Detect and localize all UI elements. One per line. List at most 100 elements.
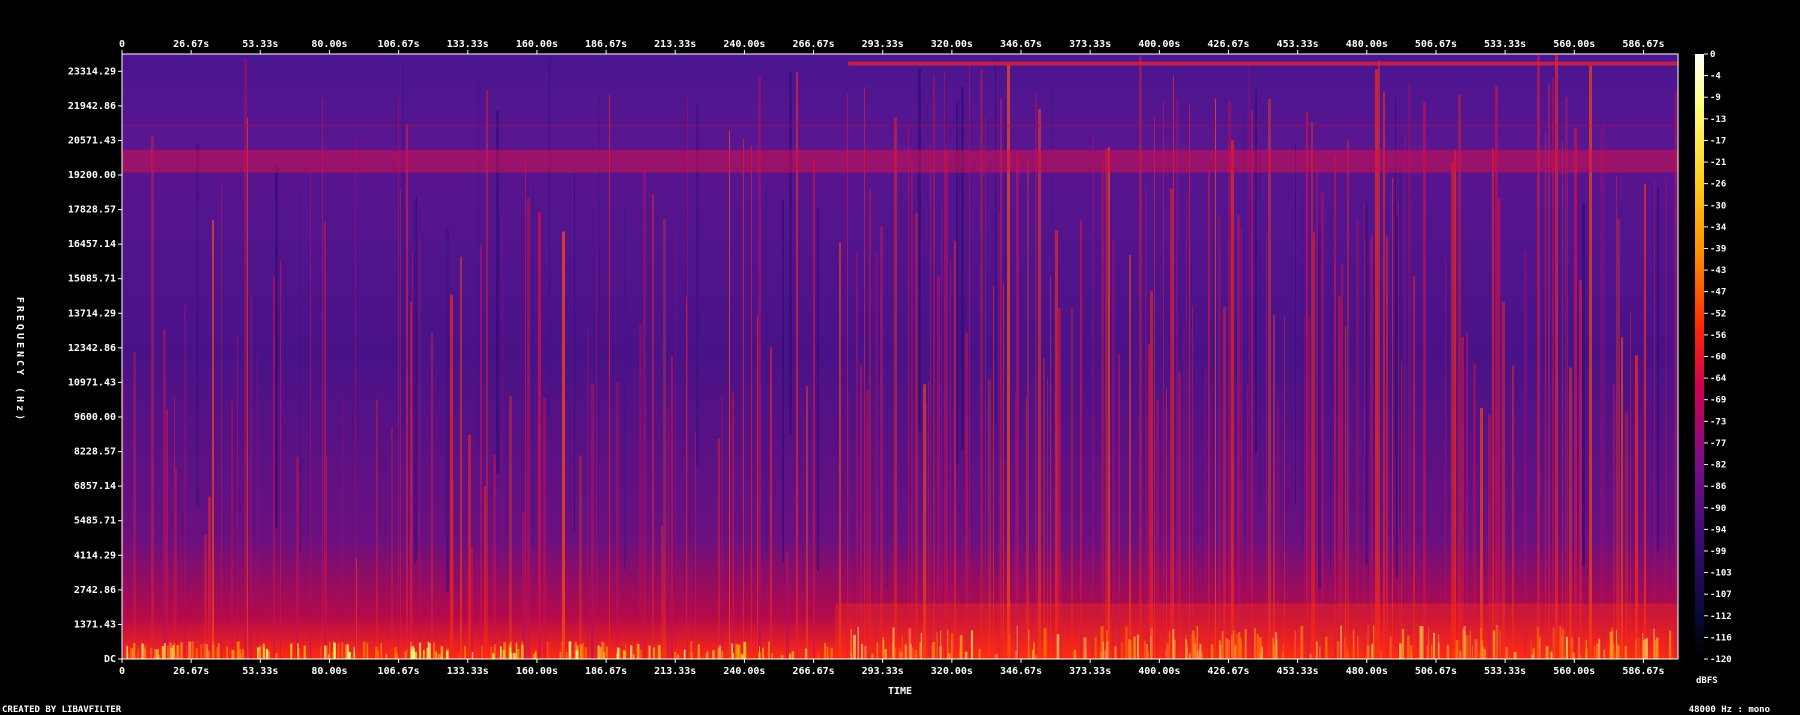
spectrogram-heatmap xyxy=(122,54,1678,659)
low-frequency-burst xyxy=(616,653,619,659)
spectrogram-column xyxy=(414,200,416,564)
low-frequency-burst xyxy=(332,641,334,659)
x-tick-label-bottom: 506.67s xyxy=(1415,666,1457,677)
low-frequency-burst xyxy=(740,653,744,659)
spectrogram-column xyxy=(616,381,619,659)
spectrogram-column xyxy=(1027,159,1029,659)
spectrogram-column xyxy=(1492,148,1494,659)
low-frequency-burst xyxy=(232,650,235,659)
spectrogram-column xyxy=(1423,102,1426,659)
spectrogram-column xyxy=(502,214,503,659)
spectrogram-column xyxy=(412,250,413,659)
spectrogram-column xyxy=(1555,55,1558,659)
low-frequency-burst xyxy=(212,641,214,659)
spectrogram-column xyxy=(280,261,281,659)
spectrogram-column xyxy=(743,138,744,659)
spectrogram-column xyxy=(419,238,420,659)
spectrogram-column xyxy=(1092,133,1094,659)
colorbar-tick-label: -34 xyxy=(1710,223,1727,233)
x-tick-label-bottom: 426.67s xyxy=(1207,666,1249,677)
spectrogram-column xyxy=(1000,98,1002,659)
low-frequency-burst xyxy=(267,650,270,659)
colorbar-tick-label: -47 xyxy=(1710,288,1726,298)
spectrogram-column xyxy=(1665,181,1667,659)
x-tick-label-top: 80.00s xyxy=(311,39,347,50)
x-tick-label-bottom: 480.00s xyxy=(1346,666,1388,677)
low-frequency-burst xyxy=(721,651,723,659)
low-frequency-burst xyxy=(164,653,166,659)
spectrogram-column xyxy=(786,552,789,659)
y-tick-label: 1371.43 xyxy=(74,619,116,630)
low-frequency-burst xyxy=(515,642,518,659)
spectrogram-column xyxy=(1154,116,1155,659)
spectrogram-column xyxy=(770,347,772,659)
spectrogram-column xyxy=(196,143,199,507)
y-tick-label: 23314.29 xyxy=(68,66,116,77)
spectrogram-column xyxy=(244,58,247,659)
spectrogram-column xyxy=(446,228,449,592)
colorbar-tick-label: -107 xyxy=(1710,590,1732,600)
x-tick-label-bottom: 373.33s xyxy=(1069,666,1111,677)
low-frequency-burst xyxy=(362,641,366,659)
colorbar-tick-label: -21 xyxy=(1710,158,1726,168)
spectrogram-column xyxy=(1395,94,1396,458)
low-frequency-burst xyxy=(137,648,139,659)
low-frequency-burst xyxy=(226,646,228,659)
low-frequency-burst xyxy=(419,642,422,659)
low-frequency-burst xyxy=(745,646,747,659)
x-tick-label-top: 293.33s xyxy=(862,39,904,50)
spectrogram-column xyxy=(864,87,865,659)
low-frequency-burst xyxy=(344,644,347,659)
spectrogram-column xyxy=(1565,96,1568,659)
spectrogram-column xyxy=(402,63,404,427)
low-frequency-burst xyxy=(575,651,579,659)
spectrogram-column xyxy=(548,56,551,420)
x-tick-label-bottom: 560.00s xyxy=(1553,666,1595,677)
spectrogram-column xyxy=(133,352,136,659)
spectrogram-column xyxy=(208,496,211,659)
spectrogram-column xyxy=(880,226,883,659)
y-tick-label: 20571.43 xyxy=(68,135,116,146)
low-frequency-burst xyxy=(141,643,144,659)
spectrogram-column xyxy=(1617,219,1620,659)
low-frequency-burst xyxy=(512,653,516,659)
low-frequency-burst xyxy=(167,645,169,659)
low-frequency-burst xyxy=(180,642,183,659)
spectrogram-column xyxy=(732,392,734,659)
low-frequency-burst xyxy=(200,644,202,659)
spectrogram-column xyxy=(998,211,1000,659)
spectrogram-chart: 0 26.67s 53.33s 80.00s 106.67s 133.33s 160.00s… xyxy=(2,39,1770,715)
spectrogram-column xyxy=(1370,236,1373,659)
spectrogram-column xyxy=(1616,175,1617,659)
low-frequency-burst xyxy=(759,646,761,659)
spectrogram-column xyxy=(342,398,343,659)
frequency-band xyxy=(122,124,1678,127)
spectrogram-column xyxy=(1231,140,1234,659)
spectrogram-column xyxy=(468,434,471,659)
low-frequency-burst xyxy=(830,647,834,659)
spectrogram-column xyxy=(1311,121,1313,659)
frequency-band xyxy=(122,149,1678,173)
spectrogram-column xyxy=(721,395,723,659)
spectrogram-column xyxy=(671,356,673,659)
x-axis-top: 0 26.67s 53.33s 80.00s 106.67s 133.33s 160.00s… xyxy=(119,39,1665,54)
x-tick-label-top: 453.33s xyxy=(1277,39,1319,50)
x-tick-label-bottom: 53.33s xyxy=(242,666,278,677)
spectrogram-column xyxy=(296,456,299,659)
low-frequency-burst xyxy=(464,645,466,659)
x-tick-label-bottom: 453.33s xyxy=(1277,666,1319,677)
colorbar-tick-label: 0 xyxy=(1710,50,1715,60)
spectrogram-column xyxy=(1456,145,1457,659)
spectrogram-column xyxy=(493,454,496,659)
spectrogram-column xyxy=(1654,180,1655,659)
low-frequency-burst xyxy=(737,644,741,659)
spectrogram-column xyxy=(257,353,258,659)
low-frequency-burst xyxy=(188,641,192,659)
spectrogram-column xyxy=(1055,230,1058,659)
spectrogram-column xyxy=(533,185,534,549)
spectrogram-column xyxy=(527,197,530,659)
spectrogram-column xyxy=(1255,89,1257,453)
low-frequency-burst xyxy=(762,648,764,659)
x-tick-label-bottom: 266.67s xyxy=(792,666,834,677)
spectrogram-column xyxy=(1266,233,1267,659)
